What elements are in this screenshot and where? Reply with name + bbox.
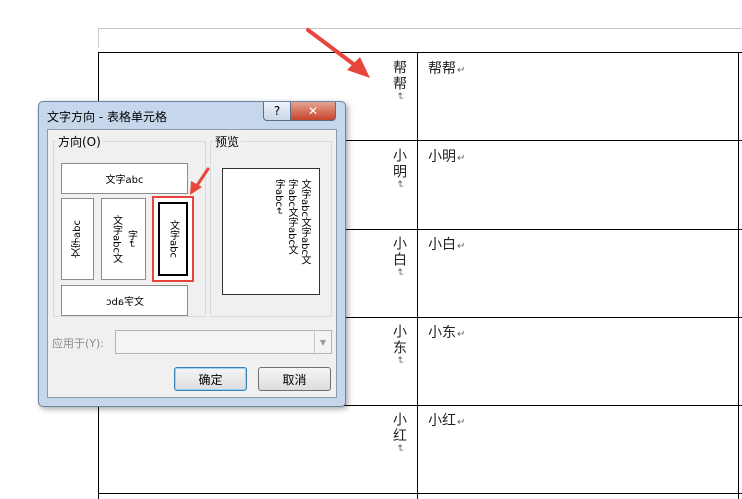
help-button[interactable]: ?: [263, 102, 291, 121]
vertical-cell-text[interactable]: 小东↵: [390, 324, 408, 366]
chevron-down-icon: ▼: [314, 331, 331, 353]
option-vertical-selected[interactable]: 文字abc: [152, 196, 194, 282]
vertical-cell-text[interactable]: 小白↵: [390, 236, 408, 278]
dialog-title: 文字方向 - 表格单元格: [47, 110, 167, 124]
ok-button[interactable]: 确定: [174, 367, 247, 391]
option-rotate-left[interactable]: 文字abc: [61, 198, 94, 280]
vertical-cell-text[interactable]: 帮帮↵: [390, 60, 408, 102]
cell-text[interactable]: 小东↵: [428, 322, 465, 342]
apply-to-select[interactable]: ▼: [115, 330, 332, 354]
page-margin-guide: [98, 28, 742, 29]
text-direction-dialog: 文字方向 - 表格单元格 ? ✕ 方向(O) 文字abc 文字abc 文字abc…: [38, 101, 346, 407]
apply-to-label: 应用于(Y):: [52, 337, 105, 350]
dialog-body: 方向(O) 文字abc 文字abc 文字abc文 字↵ 文字abc 文字abc …: [47, 129, 337, 398]
option-vertical-inner: 文字abc: [158, 202, 188, 276]
page-margin-guide: [98, 28, 99, 48]
option-horizontal[interactable]: 文字abc: [61, 163, 188, 194]
vertical-cell-text[interactable]: 小明↵: [390, 148, 408, 190]
option-upside-down[interactable]: 文字abc: [61, 285, 188, 316]
cell-text[interactable]: 小白↵: [428, 234, 465, 254]
close-button[interactable]: ✕: [290, 102, 336, 121]
annotation-arrow-icon: [190, 167, 210, 195]
preview-box: 文字abc文字abc文 字abc文字abc文 字abc↵: [222, 168, 320, 295]
orientation-group-label: 方向(O): [56, 133, 103, 150]
preview-line: 字abc文字abc文: [286, 179, 297, 255]
preview-line: 文字abc文字abc文: [299, 179, 310, 265]
preview-group-label: 预览: [213, 133, 242, 150]
cell-text[interactable]: 小明↵: [428, 146, 465, 166]
cell-text[interactable]: 帮帮↵: [428, 58, 465, 78]
preview-line: 字abc↵: [273, 179, 284, 216]
cancel-button[interactable]: 取消: [258, 367, 331, 391]
cell-text[interactable]: 小红↵: [428, 410, 465, 430]
option-stacked[interactable]: 文字abc文 字↵: [101, 198, 146, 280]
vertical-cell-text[interactable]: 小红↵: [390, 412, 408, 454]
annotation-arrow-icon: [306, 28, 370, 78]
